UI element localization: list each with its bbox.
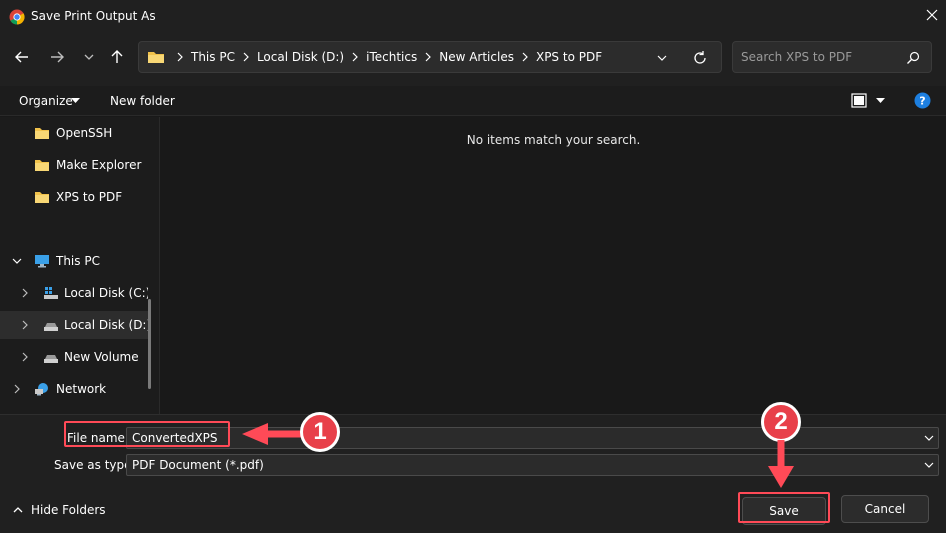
chrome-icon xyxy=(9,9,25,25)
search-input[interactable]: Search XPS to PDF xyxy=(732,41,932,73)
folder-icon xyxy=(35,128,49,139)
close-icon[interactable] xyxy=(924,7,940,23)
save-type-value: PDF Document (*.pdf) xyxy=(132,458,264,472)
tree-item-openssh[interactable]: OpenSSH xyxy=(0,119,150,147)
navigation-bar: This PC Local Disk (D:) iTechtics New Ar… xyxy=(0,34,946,86)
empty-message: No items match your search. xyxy=(466,133,641,147)
arrow-down-annotation xyxy=(768,440,794,488)
step-1-badge: 1 xyxy=(300,412,340,452)
network-icon xyxy=(35,383,48,396)
breadcrumb-local-disk-d[interactable]: Local Disk (D:) xyxy=(257,50,344,64)
folder-icon xyxy=(35,192,49,203)
refresh-icon[interactable] xyxy=(692,50,708,66)
windows-drive-icon xyxy=(44,287,58,299)
breadcrumb-new-articles[interactable]: New Articles xyxy=(439,50,514,64)
tree-item-xps-to-pdf[interactable]: XPS to PDF xyxy=(0,183,150,211)
drive-icon xyxy=(44,355,58,363)
chevron-down-icon[interactable] xyxy=(656,53,668,63)
chevron-right-icon xyxy=(352,52,358,62)
caret-down-icon xyxy=(71,98,80,103)
arrow-right-icon[interactable] xyxy=(46,46,68,68)
new-folder-button[interactable]: New folder xyxy=(110,94,175,108)
save-button-highlight xyxy=(738,492,830,523)
save-type-label: Save as type: xyxy=(54,458,136,472)
tree-item-this-pc[interactable]: This PC xyxy=(0,247,150,275)
step-2-badge: 2 xyxy=(761,402,801,442)
chevron-up-icon[interactable] xyxy=(12,505,24,515)
help-icon[interactable]: ? xyxy=(914,92,931,109)
svg-text:?: ? xyxy=(919,95,925,108)
chevron-right-icon xyxy=(177,52,183,62)
tree-item-network[interactable]: Network xyxy=(0,375,150,403)
folder-icon xyxy=(35,160,49,171)
chevron-down-icon[interactable] xyxy=(924,461,934,469)
search-placeholder: Search XPS to PDF xyxy=(741,50,853,64)
chevron-right-icon[interactable] xyxy=(20,320,30,330)
chevron-down-icon[interactable] xyxy=(78,46,100,68)
arrow-up-icon[interactable] xyxy=(106,46,128,68)
arrow-left-icon[interactable] xyxy=(11,46,33,68)
address-bar[interactable]: This PC Local Disk (D:) iTechtics New Ar… xyxy=(138,41,722,73)
computer-icon xyxy=(35,255,49,268)
search-icon[interactable] xyxy=(906,51,920,65)
cancel-button[interactable]: Cancel xyxy=(841,495,929,523)
file-name-highlight xyxy=(64,421,230,447)
organize-button[interactable]: Organize xyxy=(19,94,73,108)
tree-item-new-volume[interactable]: New Volume (I xyxy=(0,343,150,371)
chevron-right-icon[interactable] xyxy=(20,352,30,362)
tree-item-make-explorer[interactable]: Make Explorer fa xyxy=(0,151,150,179)
command-bar: Organize New folder ? xyxy=(0,86,946,116)
nav-pane-scrollbar[interactable] xyxy=(148,299,151,389)
window-title: Save Print Output As xyxy=(31,9,156,23)
title-bar: Save Print Output As xyxy=(0,0,946,34)
tree-item-local-disk-c[interactable]: Local Disk (C:) xyxy=(0,279,150,307)
chevron-right-icon[interactable] xyxy=(12,384,22,394)
chevron-right-icon xyxy=(522,52,528,62)
tree-item-local-disk-d[interactable]: Local Disk (D:) xyxy=(0,311,150,339)
breadcrumb-this-pc[interactable]: This PC xyxy=(191,50,235,64)
folder-icon xyxy=(148,52,164,63)
caret-down-icon[interactable] xyxy=(876,98,885,104)
chevron-right-icon[interactable] xyxy=(20,288,30,298)
chevron-right-icon xyxy=(243,52,249,62)
save-type-select[interactable]: PDF Document (*.pdf) xyxy=(126,454,939,476)
chevron-down-icon[interactable] xyxy=(924,434,934,442)
view-icon[interactable] xyxy=(851,93,867,108)
chevron-down-icon[interactable] xyxy=(12,256,22,266)
breadcrumb-itechtics[interactable]: iTechtics xyxy=(366,50,417,64)
drive-icon xyxy=(44,323,58,331)
navigation-pane: OpenSSH Make Explorer fa XPS to PDF This… xyxy=(0,117,160,414)
file-list[interactable]: No items match your search. xyxy=(161,117,946,414)
chevron-right-icon xyxy=(425,52,432,62)
breadcrumb: This PC Local Disk (D:) iTechtics New Ar… xyxy=(147,42,602,72)
hide-folders-button[interactable]: Hide Folders xyxy=(31,503,106,517)
breadcrumb-xps-to-pdf[interactable]: XPS to PDF xyxy=(536,50,602,64)
